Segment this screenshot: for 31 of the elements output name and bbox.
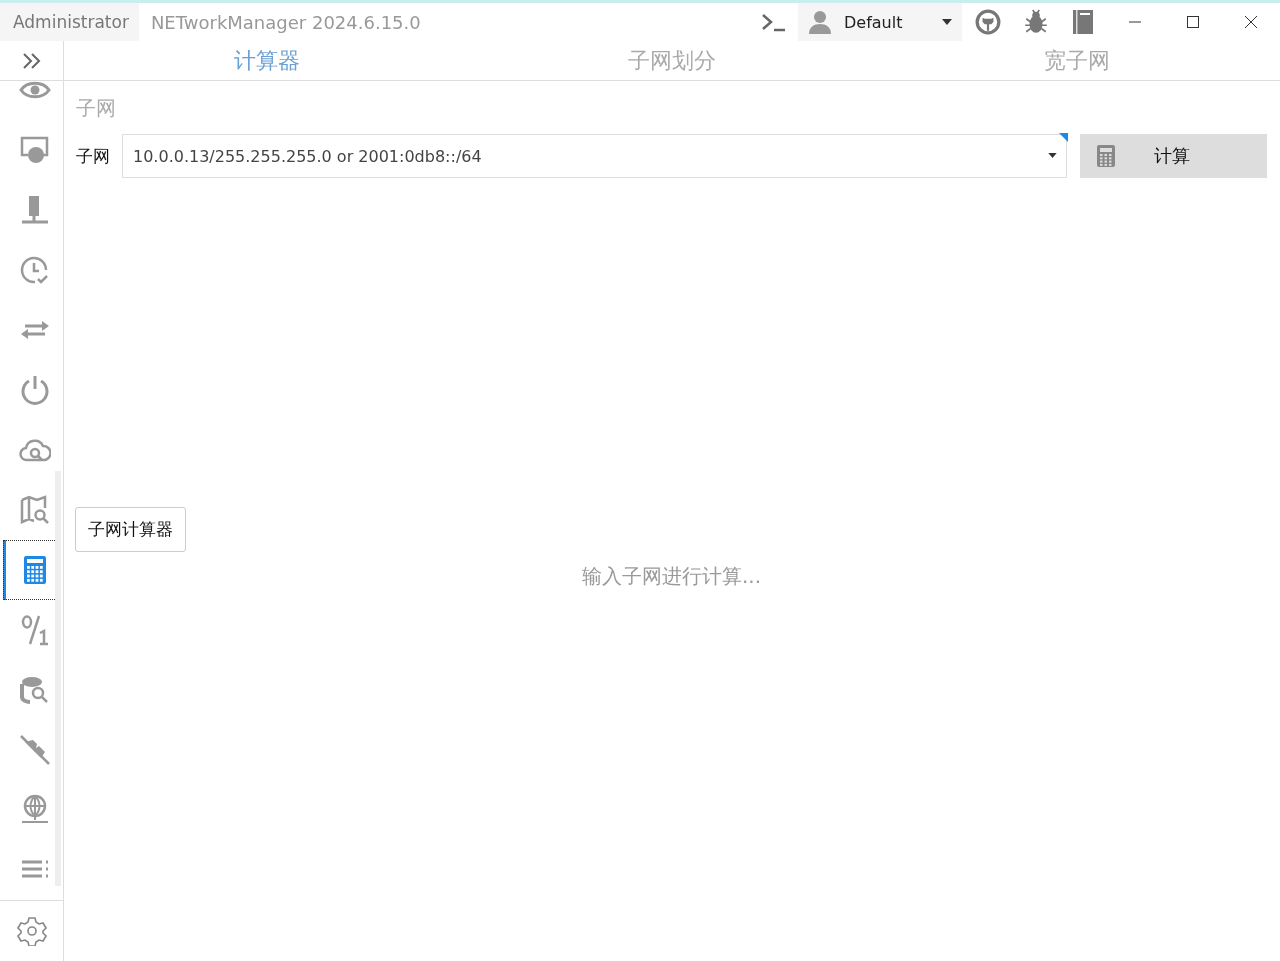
window-title: NETworkManager 2024.6.15.0 bbox=[150, 11, 421, 33]
subnet-label: 子网 bbox=[76, 144, 110, 168]
calculator-icon bbox=[1096, 144, 1116, 168]
settings-icon[interactable] bbox=[16, 916, 47, 946]
book-icon[interactable] bbox=[1071, 9, 1095, 35]
map-icon bbox=[19, 494, 51, 526]
server-icon bbox=[19, 194, 51, 226]
close-icon[interactable] bbox=[1245, 16, 1257, 28]
caret-icon bbox=[1048, 153, 1057, 158]
subnet-input-field[interactable]: 10.0.0.13/255.255.255.0 or 2001:0db8::/64 bbox=[122, 134, 1067, 178]
empty-message: 输入子网进行计算... bbox=[580, 563, 763, 590]
tab[interactable]: 宽子网 bbox=[874, 41, 1280, 80]
clock-icon bbox=[19, 254, 51, 286]
caret-icon bbox=[942, 19, 952, 25]
bits-icon bbox=[19, 614, 51, 646]
terminal-icon[interactable] bbox=[761, 11, 787, 33]
power-icon bbox=[19, 374, 51, 406]
profile-dropdown[interactable]: Default bbox=[798, 3, 962, 41]
maximize-icon[interactable] bbox=[1187, 16, 1199, 28]
person-icon bbox=[808, 10, 832, 34]
corner-marker-icon bbox=[1059, 133, 1068, 142]
globe-icon bbox=[19, 794, 51, 826]
section-title: 子网 bbox=[76, 95, 117, 122]
monitor-globe-icon bbox=[19, 134, 51, 166]
bug-icon[interactable] bbox=[1023, 9, 1049, 35]
calculate-button[interactable]: 计算 bbox=[1080, 134, 1267, 178]
tab[interactable]: 计算器 bbox=[64, 41, 470, 80]
chevrons-icon[interactable] bbox=[21, 52, 42, 69]
tab[interactable]: 子网划分 bbox=[469, 41, 875, 80]
tooltip: 子网计算器 bbox=[75, 507, 186, 552]
user-label: Administrator bbox=[0, 3, 139, 41]
